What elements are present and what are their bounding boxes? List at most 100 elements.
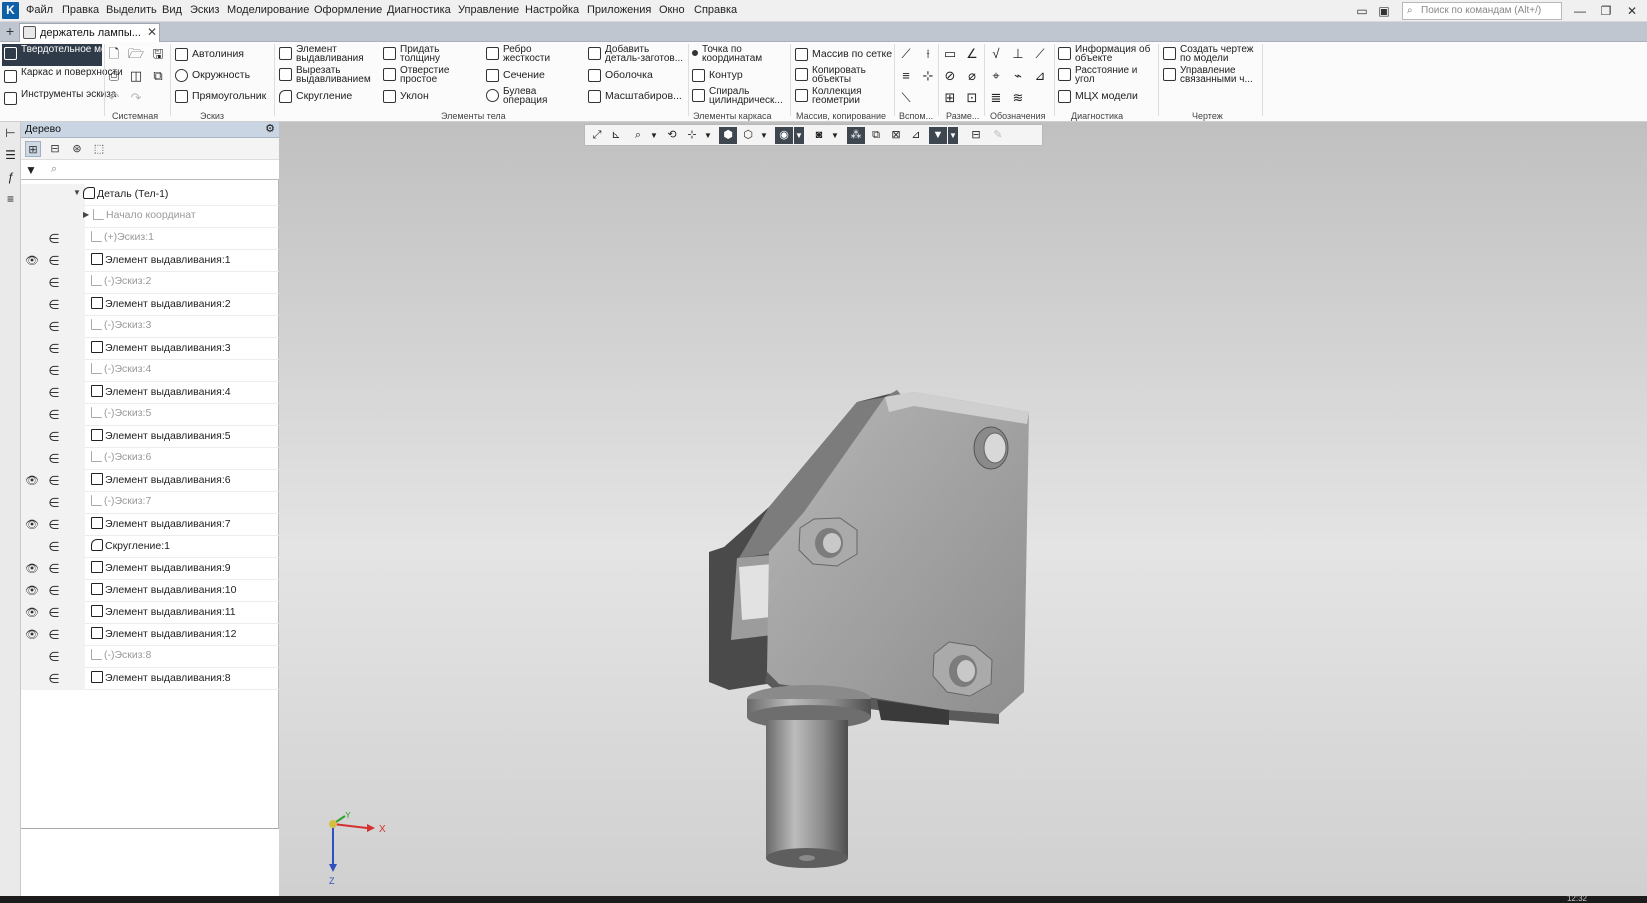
group-title-body[interactable]: Элементы тела	[441, 111, 506, 121]
geometry-collection-button[interactable]: Коллекция геометрии	[795, 86, 882, 106]
leader-icon[interactable]: ⟋	[1032, 46, 1048, 62]
group-title-symbols[interactable]: Обозначения	[990, 111, 1046, 121]
shaded-cube-icon[interactable]: ⬢	[719, 127, 737, 144]
tree-row-label[interactable]: (+)Эскиз:1	[91, 231, 154, 243]
view-fit-icon[interactable]: ⊾	[607, 127, 625, 144]
dim-auto-icon[interactable]: ⊡	[964, 90, 980, 106]
visibility-cell[interactable]	[21, 536, 43, 558]
tree-relations-icon[interactable]: ⊛	[69, 141, 85, 157]
group-title-sketch[interactable]: Эскиз	[200, 111, 224, 121]
text-note-icon[interactable]: ≣	[988, 90, 1004, 106]
app-logo-icon[interactable]: K	[2, 2, 19, 19]
include-element-icon[interactable]: ∈	[43, 294, 65, 316]
visibility-cell[interactable]	[21, 338, 43, 360]
snap-icon[interactable]: ⊠	[887, 127, 905, 144]
hide-dropdown-icon[interactable]: ▼	[794, 127, 804, 144]
layers-menu-icon[interactable]: ≡	[3, 192, 18, 207]
thread-icon[interactable]: ≋	[1010, 90, 1026, 106]
3d-part-model[interactable]	[709, 262, 1369, 882]
tree-row[interactable]: 👁 ∈ Элемент выдавливания:9	[21, 558, 279, 580]
point-coords-button[interactable]: Точка по координатам	[692, 44, 782, 64]
include-element-icon[interactable]: ∈	[43, 536, 65, 558]
tree-row-label[interactable]: (-)Эскиз:3	[91, 319, 151, 331]
tree-row[interactable]: ∈ Элемент выдавливания:5	[21, 426, 279, 448]
tree-row-label[interactable]: (-)Эскиз:5	[91, 407, 151, 419]
tree-row-label[interactable]: Элемент выдавливания:6	[91, 473, 231, 486]
visibility-cell[interactable]	[21, 360, 43, 382]
tree-search-input[interactable]: ⌕	[51, 163, 57, 176]
hide-icon[interactable]: ◉	[775, 127, 793, 144]
orientation-dropdown-icon[interactable]: ▼	[703, 127, 713, 144]
visibility-cell[interactable]	[21, 404, 43, 426]
include-element-icon[interactable]: ∈	[43, 580, 65, 602]
collapse-arrow-icon[interactable]: ▶	[83, 210, 89, 219]
tree-row-label[interactable]: Элемент выдавливания:1	[91, 253, 231, 266]
base-icon[interactable]: ⊥	[1010, 46, 1026, 62]
visibility-cell[interactable]	[21, 382, 43, 404]
properties-icon[interactable]: ⊟	[967, 127, 985, 144]
zoom-icon[interactable]: ⌕	[629, 127, 647, 144]
layers-icon[interactable]: ⧉	[867, 127, 885, 144]
tree-row-label[interactable]: Элемент выдавливания:3	[91, 341, 231, 354]
scale-button[interactable]: Масштабиров...	[588, 86, 682, 106]
draft-button[interactable]: Уклон	[383, 86, 429, 106]
fillet-button[interactable]: Скругление	[279, 86, 352, 106]
aux-line-icon[interactable]: ⟍	[898, 90, 914, 106]
dim-diameter-icon[interactable]: ⌀	[964, 68, 980, 84]
tree-history-icon[interactable]: ⊟	[47, 141, 63, 157]
menu-apps[interactable]: Приложения	[587, 4, 651, 16]
contour-button[interactable]: Контур	[692, 65, 743, 85]
aux-point-icon[interactable]: ⊹	[920, 68, 936, 84]
orientation-icon[interactable]: ⊹	[683, 127, 701, 144]
thicken-button[interactable]: Придать толщину	[383, 44, 462, 64]
include-element-icon[interactable]: ∈	[43, 514, 65, 536]
new-tab-plus-icon[interactable]: +	[2, 23, 18, 40]
mass-properties-button[interactable]: МЦХ модели	[1058, 86, 1138, 106]
new-document-icon[interactable]: 🗋	[106, 46, 122, 62]
tree-row-label[interactable]: (-)Эскиз:2	[91, 275, 151, 287]
include-element-icon[interactable]: ∈	[43, 448, 65, 470]
tree-row-label[interactable]: Начало координат	[93, 209, 196, 221]
wireframe-cube-icon[interactable]: ⬡	[739, 127, 757, 144]
tree-row-label[interactable]: Деталь (Тел-1)	[83, 187, 168, 200]
aux-plane-icon[interactable]: ⟋	[898, 46, 914, 62]
visibility-eye-icon[interactable]: 👁	[21, 470, 43, 492]
tree-row[interactable]: 👁 ∈ Элемент выдавливания:11	[21, 602, 279, 624]
rotate-icon[interactable]: ⟲	[663, 127, 681, 144]
display-dropdown-icon[interactable]: ▼	[759, 127, 769, 144]
visibility-cell[interactable]	[21, 294, 43, 316]
dim-radial-icon[interactable]: ⊘	[942, 68, 958, 84]
tree-row[interactable]: ∈ (+)Эскиз:1	[21, 228, 279, 250]
variables-fx-icon[interactable]: ƒ	[3, 170, 18, 185]
tree-row[interactable]: 👁 ∈ Элемент выдавливания:7	[21, 514, 279, 536]
view-orient-icon[interactable]: ⤢	[588, 127, 606, 144]
tree-row-label[interactable]: Элемент выдавливания:8	[91, 671, 231, 684]
measure-icon[interactable]: ⊿	[907, 127, 925, 144]
tree-row[interactable]: ▶ Начало координат	[21, 206, 279, 228]
aux-offset-icon[interactable]: ≡	[898, 68, 914, 84]
tree-row[interactable]: ∈ (-)Эскиз:4	[21, 360, 279, 382]
group-title-array[interactable]: Массив, копирование	[796, 111, 886, 121]
group-title-drawing[interactable]: Чертеж	[1192, 111, 1223, 121]
manage-linked-button[interactable]: Управление связанными ч...	[1163, 65, 1260, 85]
tree-row[interactable]: ∈ Элемент выдавливания:8	[21, 668, 279, 690]
create-drawing-button[interactable]: Создать чертеж по модели	[1163, 44, 1260, 64]
include-cell[interactable]	[43, 184, 65, 206]
camera-dropdown-icon[interactable]: ▼	[830, 127, 840, 144]
include-element-icon[interactable]: ∈	[43, 228, 65, 250]
include-element-icon[interactable]: ∈	[43, 382, 65, 404]
tree-row[interactable]: 👁 ∈ Элемент выдавливания:6	[21, 470, 279, 492]
group-title-aux[interactable]: Вспом...	[899, 111, 933, 121]
weld-icon[interactable]: ⊿	[1032, 68, 1048, 84]
screen-icon[interactable]: ▣	[1372, 2, 1396, 20]
menu-window[interactable]: Окно	[659, 4, 685, 16]
document-tab[interactable]: держатель лампы... ✕	[19, 23, 160, 42]
visibility-cell[interactable]	[21, 184, 43, 206]
preview-icon[interactable]: ◫	[128, 68, 144, 84]
roughness-icon[interactable]: √	[988, 46, 1004, 62]
selection-filter-icon[interactable]: ▼	[929, 127, 947, 144]
3d-viewport[interactable]: ⤢ ⊾ ⌕ ▼ ⟲ ⊹ ▼ ⬢ ⬡ ▼ ◉ ▼ ◙ ▼ ⁂ ⧉ ⊠ ⊿ ▼ ▼ …	[279, 122, 1647, 896]
aux-axis-icon[interactable]: ⟊	[920, 46, 936, 62]
tree-row[interactable]: 👁 ∈ Элемент выдавливания:12	[21, 624, 279, 646]
distance-angle-button[interactable]: Расстояние и угол	[1058, 65, 1157, 85]
